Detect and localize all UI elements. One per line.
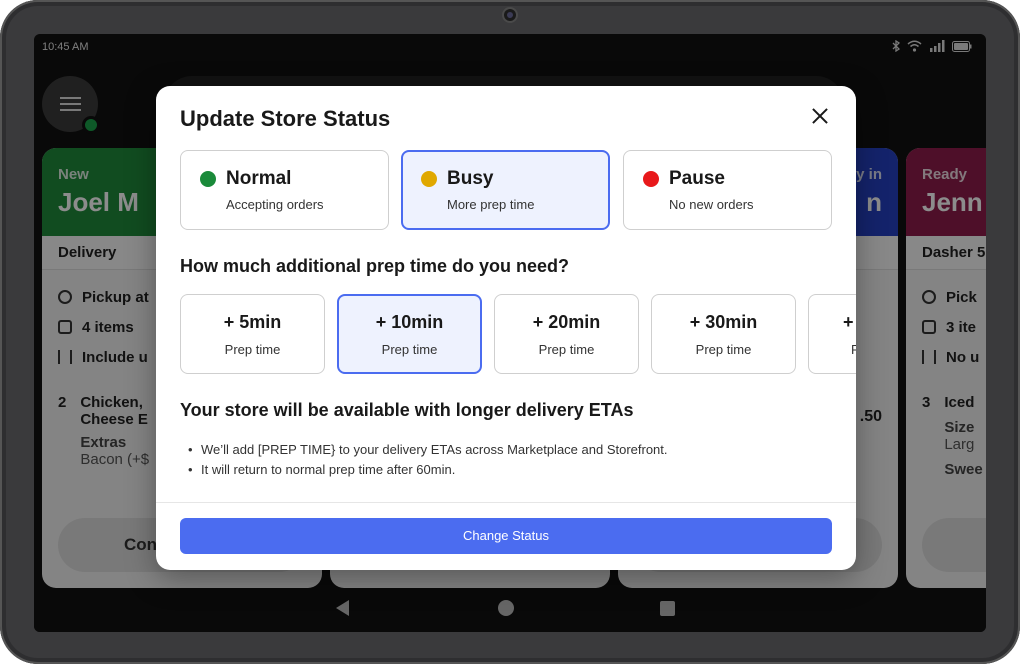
status-dot-yellow (421, 171, 437, 187)
prep-option-20min[interactable]: + 20min Prep time (494, 294, 639, 374)
status-dot-red (643, 171, 659, 187)
prep-option-more[interactable]: + P (808, 294, 856, 374)
prep-option-10min[interactable]: + 10min Prep time (337, 294, 482, 374)
info-title: Your store will be available with longer… (180, 400, 634, 420)
dialog-title: Update Store Status (180, 106, 391, 131)
camera-icon (504, 9, 516, 21)
tablet-frame: 10:45 AM New Joel M Delivery Pickup at 4… (0, 0, 1020, 664)
status-option-normal[interactable]: Normal Accepting orders (180, 150, 389, 230)
prep-option-30min[interactable]: + 30min Prep time (651, 294, 796, 374)
status-option-pause[interactable]: Pause No new orders (623, 150, 832, 230)
status-option-busy[interactable]: Busy More prep time (401, 150, 610, 230)
change-status-button[interactable]: Change Status (180, 518, 832, 554)
update-store-status-dialog: Update Store Status Normal Accepting ord… (156, 86, 856, 570)
status-dot-green (200, 171, 216, 187)
close-icon[interactable] (808, 104, 832, 128)
prep-option-5min[interactable]: + 5min Prep time (180, 294, 325, 374)
divider (156, 502, 856, 503)
prep-time-question: How much additional prep time do you nee… (180, 256, 570, 276)
info-bullets: We’ll add [PREP TIME} to your delivery E… (188, 440, 668, 480)
info-bullet: We’ll add [PREP TIME} to your delivery E… (188, 440, 668, 460)
info-bullet: It will return to normal prep time after… (188, 460, 668, 480)
